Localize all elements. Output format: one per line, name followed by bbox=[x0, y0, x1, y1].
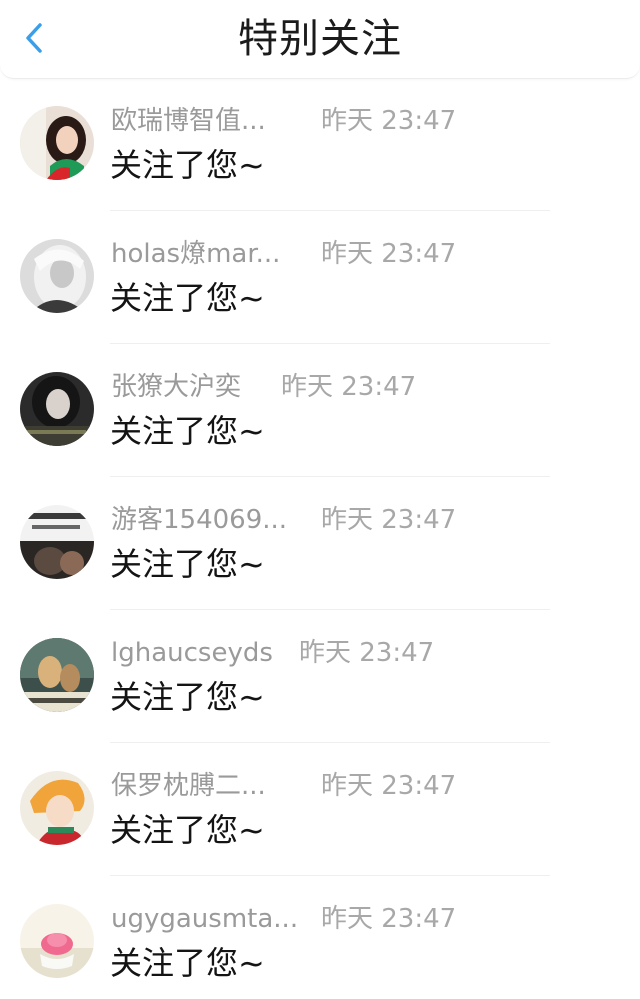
list-item[interactable]: 欧瑞博智值... 昨天 23:47 关注了您~ bbox=[0, 78, 640, 211]
avatar[interactable] bbox=[20, 106, 94, 180]
user-name[interactable]: 游客154069... bbox=[111, 503, 287, 537]
message-text: 关注了您~ bbox=[110, 678, 265, 716]
message-text: 关注了您~ bbox=[110, 944, 265, 982]
avatar[interactable] bbox=[20, 505, 94, 579]
list-item[interactable]: lghaucseyds 昨天 23:47 关注了您~ bbox=[0, 610, 640, 743]
list-item[interactable]: 游客154069... 昨天 23:47 关注了您~ bbox=[0, 477, 640, 610]
timestamp: 昨天 23:47 bbox=[321, 239, 457, 269]
user-name[interactable]: 欧瑞博智值... bbox=[111, 104, 266, 138]
avatar[interactable] bbox=[20, 771, 94, 845]
user-name[interactable]: ugygausmta... bbox=[111, 902, 298, 936]
list-item[interactable]: ugygausmta... 昨天 23:47 关注了您~ bbox=[0, 876, 640, 999]
message-text: 关注了您~ bbox=[110, 279, 265, 317]
user-name[interactable]: 张獠大沪奕 bbox=[111, 370, 241, 404]
top-nav-bar: 特别关注 bbox=[0, 0, 640, 79]
message-text: 关注了您~ bbox=[110, 412, 265, 450]
list-item[interactable]: holas燎mar... 昨天 23:47 关注了您~ bbox=[0, 211, 640, 344]
timestamp: 昨天 23:47 bbox=[321, 505, 457, 535]
timestamp: 昨天 23:47 bbox=[321, 771, 457, 801]
user-name[interactable]: holas燎mar... bbox=[111, 237, 280, 271]
avatar[interactable] bbox=[20, 372, 94, 446]
timestamp: 昨天 23:47 bbox=[299, 638, 435, 668]
list-item[interactable]: 保罗枕膊二... 昨天 23:47 关注了您~ bbox=[0, 743, 640, 876]
page-title: 特别关注 bbox=[238, 16, 402, 62]
message-text: 关注了您~ bbox=[110, 545, 265, 583]
timestamp: 昨天 23:47 bbox=[281, 372, 417, 402]
timestamp: 昨天 23:47 bbox=[321, 106, 457, 136]
user-name[interactable]: 保罗枕膊二... bbox=[111, 769, 266, 803]
timestamp: 昨天 23:47 bbox=[321, 904, 457, 934]
message-text: 关注了您~ bbox=[110, 146, 265, 184]
message-text: 关注了您~ bbox=[110, 811, 265, 849]
avatar[interactable] bbox=[20, 638, 94, 712]
avatar[interactable] bbox=[20, 239, 94, 313]
user-name[interactable]: lghaucseyds bbox=[111, 636, 273, 670]
app-screen: 特别关注 欧瑞博智值... 昨天 23:47 关注了您~ holas燎mar..… bbox=[0, 0, 640, 999]
list-item[interactable]: 张獠大沪奕 昨天 23:47 关注了您~ bbox=[0, 344, 640, 477]
avatar[interactable] bbox=[20, 904, 94, 978]
